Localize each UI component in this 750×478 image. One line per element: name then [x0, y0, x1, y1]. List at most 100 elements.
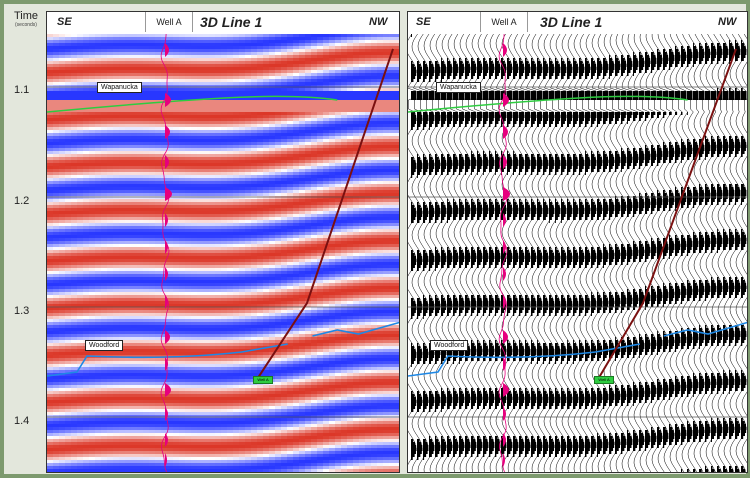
- amplitude-cell: [59, 145, 65, 148]
- amplitude-cell: [101, 469, 107, 472]
- amplitude-cell: [173, 376, 179, 379]
- amplitude-cell: [89, 463, 95, 466]
- amplitude-cell: [83, 229, 89, 232]
- amplitude-cell: [101, 352, 107, 355]
- amplitude-cell: [203, 310, 209, 313]
- amplitude-cell: [185, 55, 191, 58]
- amplitude-cell: [221, 286, 227, 289]
- amplitude-cell: [137, 154, 143, 157]
- amplitude-cell: [239, 421, 245, 424]
- amplitude-cell: [167, 469, 173, 472]
- amplitude-cell: [239, 331, 245, 334]
- amplitude-cell: [47, 37, 53, 40]
- amplitude-cell: [173, 451, 179, 454]
- amplitude-cell: [239, 235, 245, 238]
- amplitude-cell: [71, 112, 77, 115]
- amplitude-cell: [245, 211, 251, 214]
- amplitude-cell: [65, 313, 71, 316]
- amplitude-cell: [83, 118, 89, 121]
- amplitude-cell: [167, 109, 173, 112]
- amplitude-cell: [227, 436, 233, 439]
- amplitude-cell: [209, 325, 215, 328]
- amplitude-cell: [107, 193, 113, 196]
- amplitude-cell: [245, 130, 251, 133]
- amplitude-cell: [137, 436, 143, 439]
- amplitude-cell: [113, 472, 119, 473]
- amplitude-cell: [227, 211, 233, 214]
- amplitude-cell: [53, 67, 59, 70]
- amplitude-cell: [71, 190, 77, 193]
- amplitude-cell: [59, 64, 65, 67]
- amplitude-cell: [149, 223, 155, 226]
- amplitude-cell: [77, 349, 83, 352]
- amplitude-cell: [221, 55, 227, 58]
- amplitude-cell: [167, 472, 173, 473]
- amplitude-cell: [197, 364, 203, 367]
- amplitude-cell: [113, 178, 119, 181]
- amplitude-cell: [95, 331, 101, 334]
- amplitude-cell: [107, 142, 113, 145]
- amplitude-cell: [185, 442, 191, 445]
- amplitude-cell: [239, 49, 245, 52]
- amplitude-cell: [89, 115, 95, 118]
- amplitude-cell: [185, 169, 191, 172]
- amplitude-cell: [245, 325, 251, 328]
- amplitude-cell: [209, 208, 215, 211]
- amplitude-cell: [167, 118, 173, 121]
- amplitude-cell: [131, 130, 137, 133]
- amplitude-cell: [101, 58, 107, 61]
- amplitude-cell: [197, 457, 203, 460]
- amplitude-cell: [197, 103, 203, 106]
- amplitude-cell: [47, 316, 53, 319]
- amplitude-cell: [101, 262, 107, 265]
- amplitude-cell: [125, 106, 131, 109]
- amplitude-cell: [71, 103, 77, 106]
- amplitude-cell: [179, 448, 185, 451]
- amplitude-cell: [185, 319, 191, 322]
- amplitude-cell: [191, 301, 197, 304]
- amplitude-cell: [215, 463, 221, 466]
- amplitude-cell: [119, 64, 125, 67]
- amplitude-cell: [227, 220, 233, 223]
- amplitude-cell: [149, 91, 155, 94]
- amplitude-cell: [119, 376, 125, 379]
- amplitude-cell: [185, 403, 191, 406]
- amplitude-cell: [89, 127, 95, 130]
- amplitude-cell: [47, 85, 53, 88]
- amplitude-cell: [221, 100, 227, 103]
- amplitude-cell: [89, 220, 95, 223]
- amplitude-cell: [65, 76, 71, 79]
- amplitude-cell: [59, 73, 65, 76]
- amplitude-cell: [167, 316, 173, 319]
- amplitude-cell: [173, 169, 179, 172]
- amplitude-cell: [71, 286, 77, 289]
- amplitude-cell: [179, 127, 185, 130]
- amplitude-cell: [239, 262, 245, 265]
- amplitude-cell: [89, 316, 95, 319]
- amplitude-cell: [239, 58, 245, 61]
- amplitude-cell: [245, 70, 251, 73]
- amplitude-cell: [113, 139, 119, 142]
- amplitude-cell: [83, 37, 89, 40]
- amplitude-cell: [149, 415, 155, 418]
- amplitude-cell: [137, 427, 143, 430]
- amplitude-cell: [215, 175, 221, 178]
- amplitude-cell: [179, 253, 185, 256]
- amplitude-cell: [53, 142, 59, 145]
- amplitude-cell: [65, 184, 71, 187]
- amplitude-cell: [155, 283, 161, 286]
- amplitude-cell: [119, 319, 125, 322]
- amplitude-cell: [203, 52, 209, 55]
- amplitude-cell: [155, 214, 161, 217]
- amplitude-cell: [131, 208, 137, 211]
- amplitude-cell: [113, 241, 119, 244]
- amplitude-cell: [143, 334, 149, 337]
- amplitude-cell: [173, 265, 179, 268]
- amplitude-cell: [173, 70, 179, 73]
- amplitude-cell: [53, 298, 59, 301]
- amplitude-cell: [107, 283, 113, 286]
- amplitude-cell: [185, 412, 191, 415]
- amplitude-cell: [65, 334, 71, 337]
- amplitude-cell: [113, 379, 119, 382]
- amplitude-cell: [59, 295, 65, 298]
